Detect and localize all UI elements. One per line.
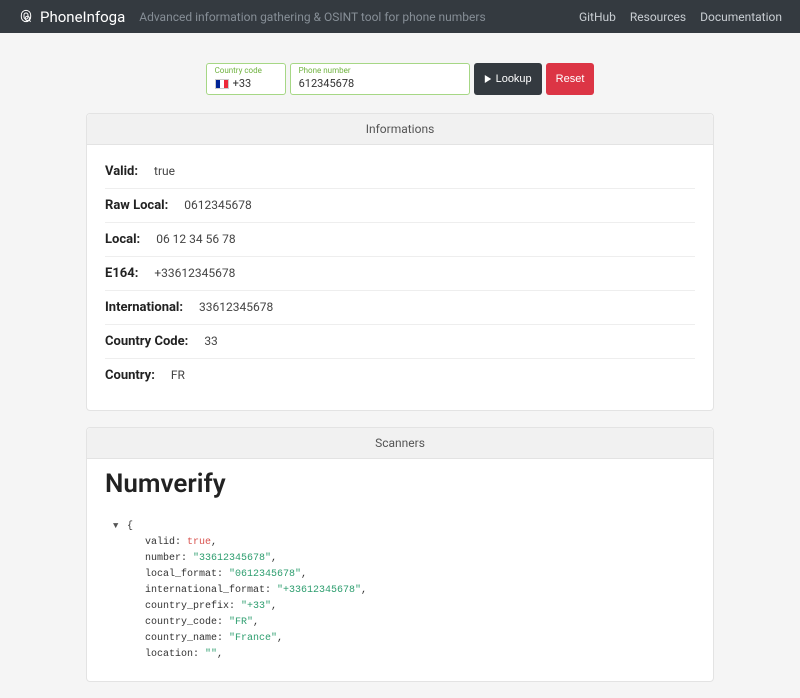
brand[interactable]: PhoneInfoga (18, 8, 125, 26)
info-row: Local: 06 12 34 56 78 (105, 223, 695, 257)
info-label: Local: (105, 232, 140, 247)
info-label: E164: (105, 266, 138, 281)
phone-number-field: Phone number (290, 63, 470, 95)
info-row: E164: +33612345678 (105, 257, 695, 291)
info-value: 33612345678 (199, 300, 273, 314)
info-value: 06 12 34 56 78 (156, 232, 235, 246)
brand-text: PhoneInfoga (40, 8, 125, 26)
scanners-header: Scanners (87, 428, 713, 459)
info-label: Raw Local: (105, 198, 168, 213)
info-row: Country Code: 33 (105, 325, 695, 359)
info-label: International: (105, 300, 183, 315)
scanner-title: Numverify (105, 469, 695, 499)
info-row: International: 33612345678 (105, 291, 695, 325)
info-row: Raw Local: 0612345678 (105, 189, 695, 223)
country-code-field[interactable]: Country code +33 (206, 63, 286, 95)
info-value: FR (171, 368, 185, 382)
reset-button[interactable]: Reset (546, 63, 595, 95)
info-value: 33 (204, 334, 218, 348)
tagline: Advanced information gathering & OSINT t… (139, 10, 579, 24)
play-icon (484, 75, 492, 83)
phone-number-input[interactable] (299, 77, 461, 90)
lookup-button[interactable]: Lookup (474, 63, 542, 95)
info-row: Valid: true (105, 155, 695, 189)
flag-icon (215, 79, 229, 89)
informations-card: Informations Valid: true Raw Local: 0612345… (86, 113, 714, 411)
info-label: Country Code: (105, 334, 188, 349)
fingerprint-icon (18, 9, 34, 25)
json-output: ▼ {valid: true,number: "33612345678",loc… (105, 519, 695, 663)
country-code-value: +33 (233, 77, 252, 90)
informations-header: Informations (87, 114, 713, 145)
nav-github[interactable]: GitHub (579, 10, 616, 24)
nav-resources[interactable]: Resources (630, 10, 686, 24)
info-value: 0612345678 (184, 198, 251, 212)
nav-links: GitHub Resources Documentation (579, 10, 782, 24)
info-label: Valid: (105, 164, 138, 179)
navbar: PhoneInfoga Advanced information gatheri… (0, 0, 800, 33)
info-row: Country: FR (105, 359, 695, 392)
info-value: +33612345678 (154, 266, 235, 280)
country-code-label: Country code (215, 67, 277, 75)
lookup-form: Country code +33 Phone number Lookup Res… (86, 63, 714, 95)
info-label: Country: (105, 368, 155, 383)
collapse-icon[interactable]: ▼ (113, 519, 118, 533)
info-value: true (154, 164, 175, 178)
phone-number-label: Phone number (299, 67, 461, 75)
nav-documentation[interactable]: Documentation (700, 10, 782, 24)
scanners-card: Scanners Numverify ▼ {valid: true,number… (86, 427, 714, 682)
